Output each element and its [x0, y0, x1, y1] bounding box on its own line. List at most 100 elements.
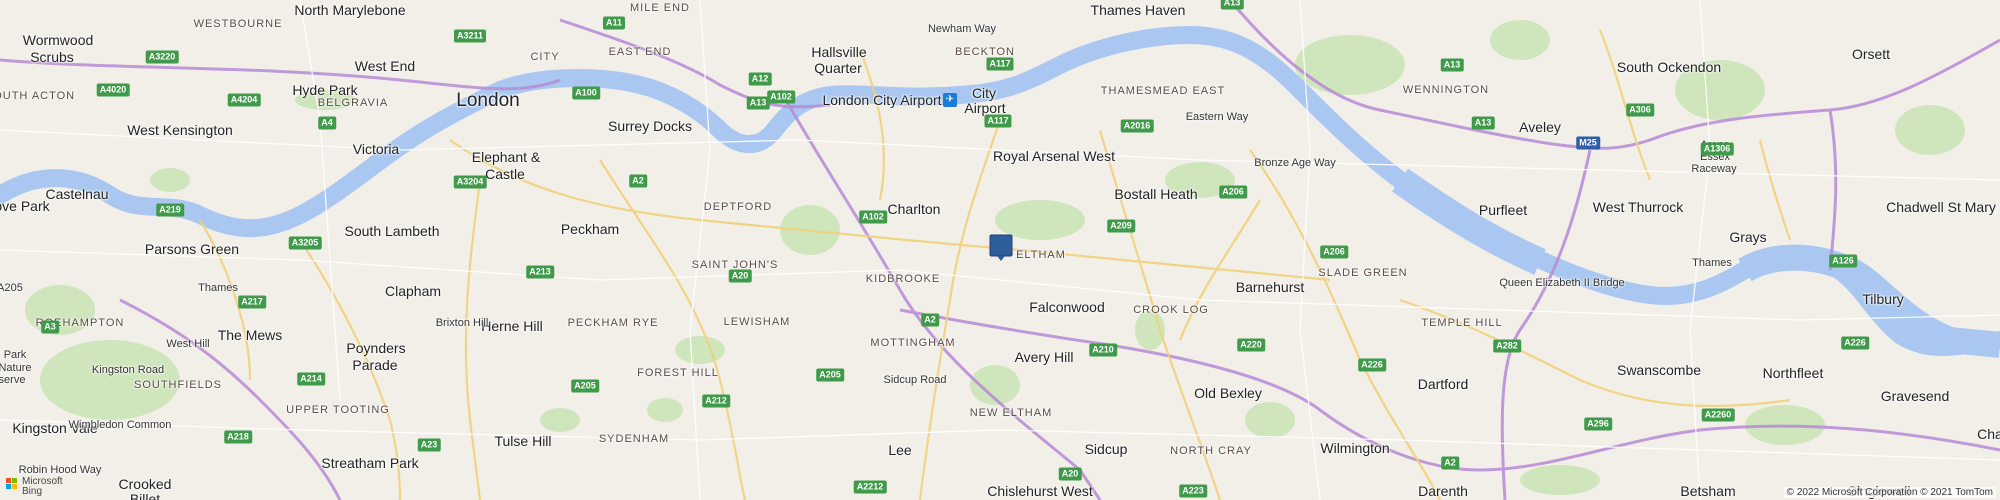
place-orsett: Orsett [1851, 46, 1891, 62]
district-temple-hill: TEMPLE HILL [1421, 317, 1503, 329]
road-shield-a3205: A3205 [288, 236, 322, 250]
road-shield-a2: A2 [921, 313, 939, 327]
road-shield-a2: A2 [1441, 456, 1459, 470]
place-grays: Grays [1729, 229, 1767, 245]
road-shield-a4020: A4020 [96, 83, 130, 97]
road-shield-a1306: A1306 [1700, 142, 1734, 156]
road-shield-a102: A102 [859, 210, 887, 224]
place-chislehurst-west: Chislehurst West [987, 483, 1093, 499]
place-elephant: Elephant & [471, 149, 541, 165]
district-westbourne: WESTBOURNE [193, 18, 283, 30]
road-shield-a226: A226 [1358, 358, 1386, 372]
label-thames-west: Thames [198, 282, 238, 294]
place-thames-haven: Thames Haven [1090, 2, 1186, 18]
label-park: Park [3, 349, 27, 361]
copyright-notice: © 2022 Microsoft Corporation © 2021 TomT… [1783, 487, 1996, 498]
road-shield-a12: A12 [748, 72, 772, 86]
road-shield-a217: A217 [238, 295, 266, 309]
road-shield-a100: A100 [572, 86, 600, 100]
place-lee: Lee [888, 442, 912, 458]
road-shield-a282: A282 [1493, 339, 1521, 353]
place-castle: Castle [485, 166, 525, 182]
road-shield-a2: A2 [629, 174, 647, 188]
place-peckham: Peckham [560, 221, 620, 237]
road-brixton-hill: Brixton Hill [435, 317, 489, 329]
road-wimbledon-common: Wimbledon Common [68, 419, 172, 431]
district-mile-end: MILE END [630, 2, 690, 14]
road-shield-a13: A13 [1471, 116, 1495, 130]
road-shield-a2016: A2016 [1120, 119, 1154, 133]
road-shield-a117: A117 [984, 114, 1012, 128]
road-robin-hood-way: Robin Hood Way [18, 464, 102, 476]
place-ove-park: ove Park [0, 198, 50, 214]
road-shield-a126: A126 [1829, 254, 1857, 268]
district-new-eltham: NEW ELTHAM [969, 407, 1053, 419]
district-peckham-rye: PECKHAM RYE [567, 317, 659, 329]
place-herne-hill: Herne Hill [481, 318, 543, 334]
place-northfleet: Northfleet [1762, 365, 1824, 381]
place-parsons-green: Parsons Green [144, 241, 240, 257]
place-purfleet: Purfleet [1478, 202, 1528, 218]
place-london-city-airport: London City Airport [822, 92, 942, 108]
place-quarter: Quarter [814, 60, 862, 76]
place-avery-hill: Avery Hill [1014, 349, 1074, 365]
district-crook-log: CROOK LOG [1133, 304, 1209, 316]
road-shield-a219: A219 [156, 203, 184, 217]
district-eltham: ELTHAM [1016, 249, 1066, 261]
airport-icon: ✈ [943, 93, 957, 107]
road-shield-m25: M25 [1576, 136, 1600, 150]
road-newham-way: Newham Way [927, 23, 997, 35]
road-shield-a226: A226 [1841, 336, 1869, 350]
district-sydenham: SYDENHAM [598, 433, 670, 445]
road-shield-a223: A223 [1179, 484, 1207, 498]
place-barnehurst: Barnehurst [1235, 279, 1305, 295]
place-west-kensington: West Kensington [127, 122, 233, 138]
district-slade-green: SLADE GREEN [1318, 267, 1408, 279]
road-shield-a209: A209 [1107, 219, 1135, 233]
road-shield-a3204: A3204 [453, 175, 487, 189]
district-upper-tooting: UPPER TOOTING [286, 404, 390, 416]
place-castelnau: Castelnau [45, 186, 109, 202]
district-east-end: EAST END [608, 46, 672, 58]
place-poynders: Poynders [346, 340, 406, 356]
place-victoria: Victoria [352, 141, 400, 157]
place-betsham: Betsham [1680, 483, 1736, 499]
place-west-thurrock: West Thurrock [1592, 199, 1684, 215]
district-beckton: BECKTON [955, 46, 1015, 58]
place-south-lambeth: South Lambeth [344, 223, 440, 239]
road-shield-a3: A3 [41, 320, 59, 334]
place-tulse-hill: Tulse Hill [494, 433, 552, 449]
road-shield-a296: A296 [1584, 417, 1612, 431]
district-north-cray: NORTH CRAY [1170, 445, 1252, 457]
road-shield-a20: A20 [1058, 467, 1082, 481]
place-dartford: Dartford [1417, 376, 1469, 392]
place-swanscombe: Swanscombe [1616, 362, 1702, 378]
map-canvas[interactable]: North Marylebone WESTBOURNE Wormwood Scrubs… [0, 0, 2000, 500]
road-shield-a11: A11 [602, 16, 626, 30]
place-aveley: Aveley [1519, 119, 1561, 135]
road-shield-a220: A220 [1237, 338, 1265, 352]
place-sidcup: Sidcup [1084, 441, 1128, 457]
road-shield-a2212: A2212 [853, 480, 887, 494]
road-shield-a214: A214 [297, 372, 325, 386]
district-wennington: WENNINGTON [1402, 84, 1490, 96]
place-london: London [456, 90, 520, 111]
place-hallsville: Hallsville [811, 44, 867, 60]
road-eastern-way: Eastern Way [1185, 111, 1249, 123]
road-shield-a23: A23 [417, 438, 441, 452]
road-shield-a3211: A3211 [453, 29, 487, 43]
label-serve: serve [0, 374, 26, 386]
road-shield-a210: A210 [1089, 343, 1117, 357]
place-cha: Cha [1977, 426, 2000, 442]
place-north-marylebone: North Marylebone [294, 2, 406, 18]
place-bostall-heath: Bostall Heath [1114, 186, 1198, 202]
road-shield-a205: A205 [816, 368, 844, 382]
bing-logo: Microsoft Bing [6, 477, 78, 498]
location-pin-icon[interactable] [989, 234, 1013, 262]
district-belgravia: BELGRAVIA [317, 97, 389, 109]
place-south-ockendon: South Ockendon [1616, 59, 1722, 75]
place-falconwood: Falconwood [1029, 299, 1105, 315]
district-lewisham: LEWISHAM [723, 316, 791, 328]
district-thamesmead-east: THAMESMEAD EAST [1100, 85, 1226, 97]
place-gravesend: Gravesend [1880, 388, 1950, 404]
